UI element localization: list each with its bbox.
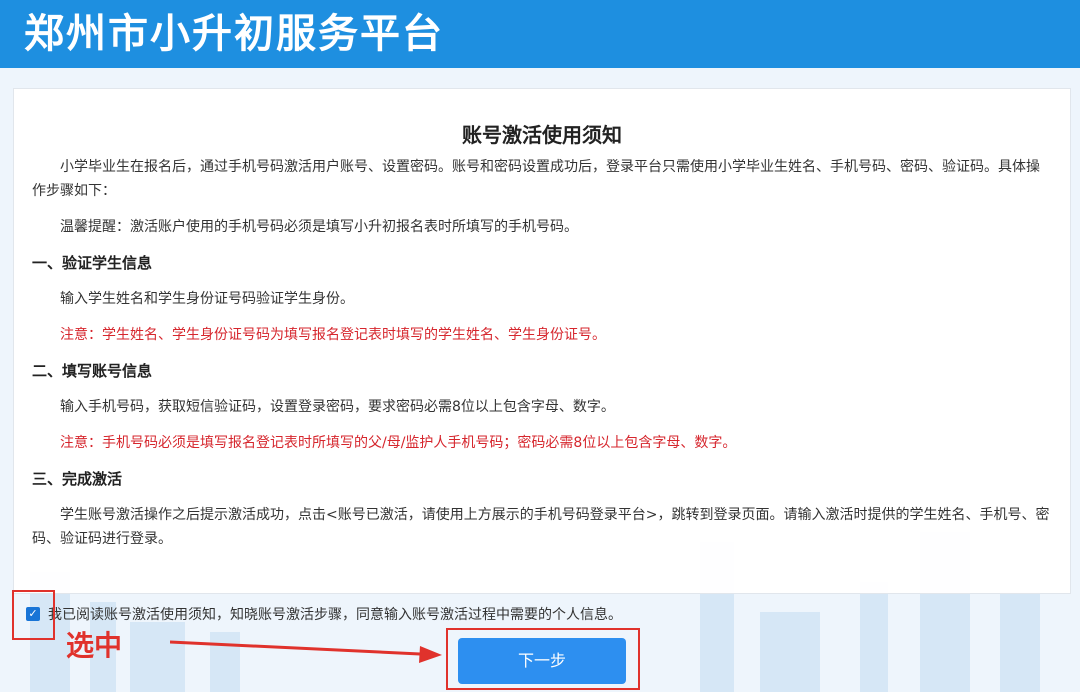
- agree-label[interactable]: 我已阅读账号激活使用须知，知晓账号激活步骤，同意输入账号激活过程中需要的个人信息…: [48, 604, 622, 624]
- notice-title: 账号激活使用须知: [462, 123, 622, 147]
- section-title-complete: 三、完成激活: [32, 470, 123, 488]
- notice-content: 小学毕业生在报名后，通过手机号码激活用户账号、设置密码。账号和密码设置成功后，登…: [32, 155, 1052, 563]
- annotation-arrow-icon: [170, 640, 442, 663]
- checkbox-highlight-box: [12, 590, 55, 640]
- notice-tip: 温馨提醒：激活账户使用的手机号码必须是填写小升初报名表时所填写的手机号码。: [60, 219, 578, 235]
- section-text-account: 输入手机号码，获取短信验证码，设置登录密码，要求密码必需8位以上包含字母、数字。: [60, 399, 615, 415]
- top-header: 郑州市小升初服务平台: [0, 0, 1080, 68]
- site-title: 郑州市小升初服务平台: [24, 11, 444, 57]
- section-note-account: 注意：手机号码必须是填写报名登记表时所填写的父/母/监护人手机号码；密码必需8位…: [60, 435, 737, 451]
- annotation-label: 选中: [66, 629, 123, 662]
- section-title-verify: 一、验证学生信息: [32, 254, 153, 272]
- notice-intro: 小学毕业生在报名后，通过手机号码激活用户账号、设置密码。账号和密码设置成功后，登…: [32, 159, 1040, 199]
- section-text-verify: 输入学生姓名和学生身份证号码验证学生身份。: [60, 291, 354, 307]
- notice-panel: 账号激活使用须知 小学毕业生在报名后，通过手机号码激活用户账号、设置密码。账号和…: [13, 88, 1071, 594]
- next-step-button[interactable]: 下一步: [458, 638, 626, 684]
- section-text-complete: 学生账号激活操作之后提示激活成功，点击<账号已激活，请使用上方展示的手机号码登录…: [32, 507, 1050, 547]
- section-note-verify: 注意：学生姓名、学生身份证号码为填写报名登记表时填写的学生姓名、学生身份证号。: [60, 327, 606, 343]
- section-title-account: 二、填写账号信息: [32, 362, 153, 380]
- agree-row[interactable]: ✓ 我已阅读账号激活使用须知，知晓账号激活步骤，同意输入账号激活过程中需要的个人…: [26, 603, 622, 625]
